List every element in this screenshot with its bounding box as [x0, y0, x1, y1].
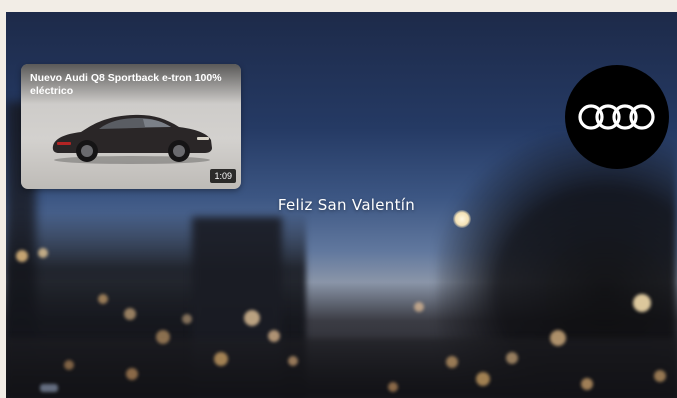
bokeh-light [126, 368, 138, 380]
bokeh-light [40, 384, 58, 392]
valentine-message: Feliz San Valentín [277, 196, 416, 214]
bokeh-light [414, 302, 424, 312]
video-thumbnail-card[interactable]: Nuevo Audi Q8 Sportback e-tron 100% eléc… [21, 64, 241, 189]
bokeh-light [581, 378, 593, 390]
video-title[interactable]: Nuevo Audi Q8 Sportback e-tron 100% eléc… [30, 72, 235, 98]
bokeh-light [506, 352, 518, 364]
bokeh-light [388, 382, 398, 392]
bokeh-light [633, 294, 651, 312]
car-icon [52, 114, 212, 164]
audi-rings-icon [578, 104, 655, 130]
bokeh-light [214, 352, 228, 366]
bokeh-light [156, 330, 170, 344]
bokeh-light [182, 314, 192, 324]
bokeh-light [288, 356, 298, 366]
audi-logo-badge[interactable] [565, 65, 669, 169]
background-street [6, 338, 677, 398]
bokeh-light [64, 360, 74, 370]
bokeh-light [654, 370, 666, 382]
bokeh-light [268, 330, 280, 342]
video-duration: 1:09 [210, 169, 236, 183]
bokeh-light [38, 248, 48, 258]
bokeh-light [476, 372, 490, 386]
bokeh-light [16, 250, 28, 262]
bokeh-light [124, 308, 136, 320]
bokeh-light [244, 310, 260, 326]
bokeh-light [446, 356, 458, 368]
bokeh-light [98, 294, 108, 304]
bokeh-light [550, 330, 566, 346]
